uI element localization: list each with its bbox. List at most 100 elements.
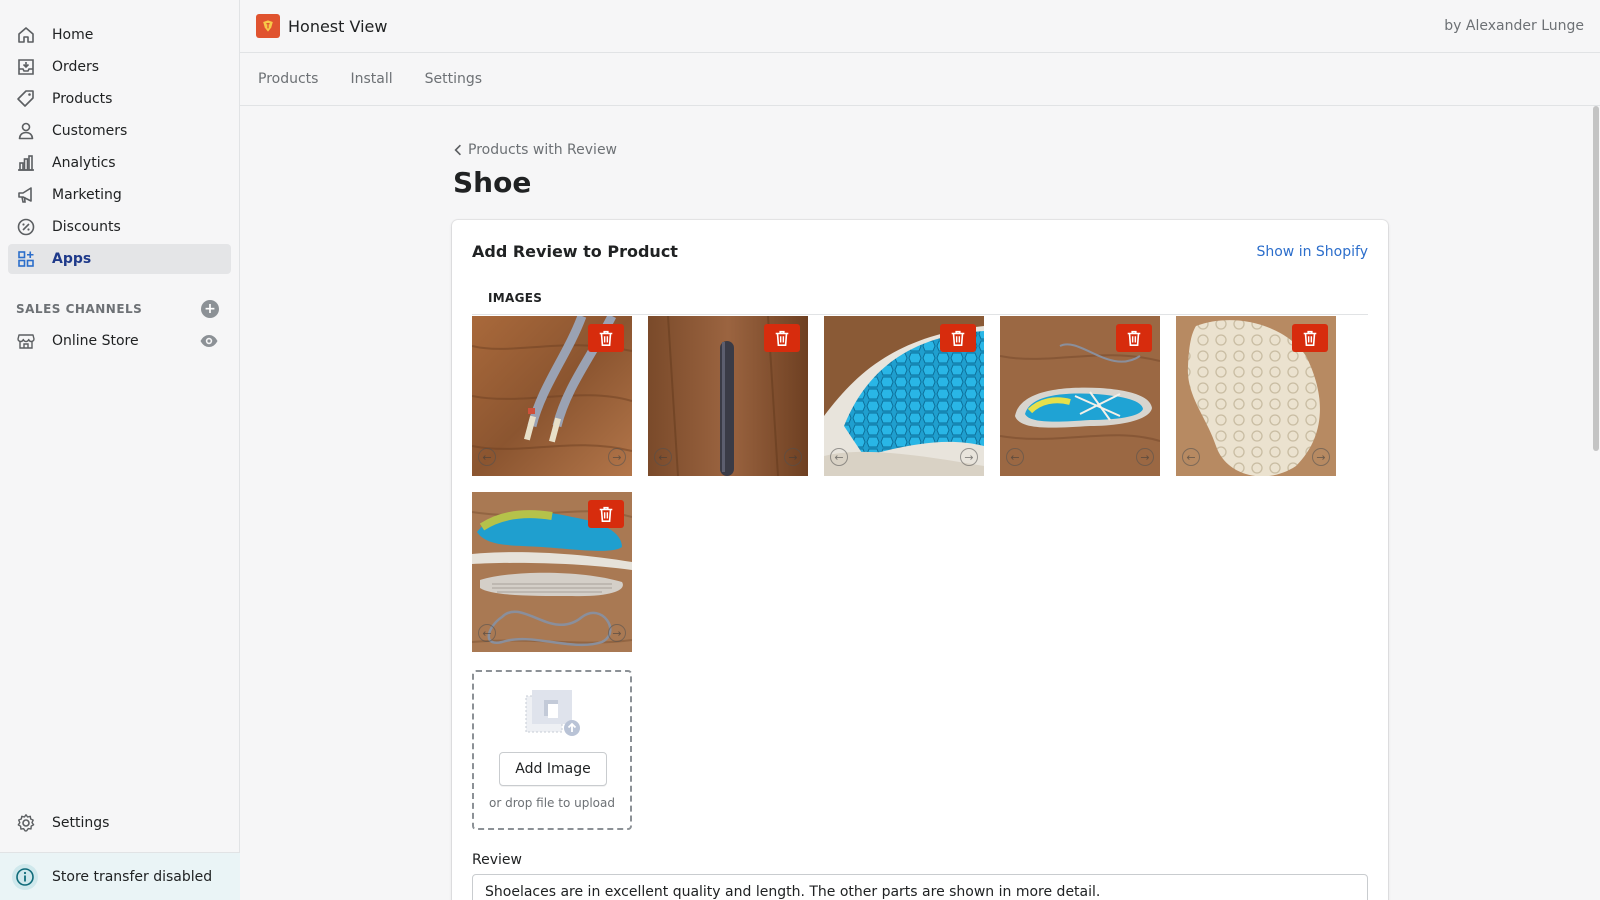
sidebar-item-orders[interactable]: Orders [8, 52, 231, 82]
move-right-button[interactable]: → [608, 624, 626, 642]
arrow-left-icon: ← [1010, 450, 1020, 464]
eye-icon[interactable] [199, 331, 219, 351]
chevron-left-icon [454, 144, 461, 156]
app-tabs: Products Install Settings [240, 53, 1600, 106]
sidebar-item-home[interactable]: Home [8, 20, 231, 50]
orders-icon [18, 59, 34, 75]
sales-channels-label: SALES CHANNELS [16, 302, 143, 316]
store-transfer-banner[interactable]: Store transfer disabled [0, 852, 240, 900]
bar-chart-icon [18, 155, 34, 171]
move-right-button[interactable]: → [608, 448, 626, 466]
image-thumbnail[interactable]: ← → [472, 316, 632, 476]
sidebar-item-settings[interactable]: Settings [8, 808, 232, 838]
sidebar-item-online-store[interactable]: Online Store [8, 326, 231, 356]
sidebar-item-marketing[interactable]: Marketing [8, 180, 231, 210]
arrow-right-icon: → [612, 626, 622, 640]
sidebar-nav: Home Orders Products Customers Analytics… [0, 0, 239, 274]
trash-icon [775, 330, 789, 347]
sidebar-item-label: Settings [52, 815, 110, 831]
move-right-button[interactable]: → [784, 448, 802, 466]
divider [472, 314, 1368, 315]
arrow-left-icon: ← [482, 626, 492, 640]
sidebar-item-products[interactable]: Products [8, 84, 231, 114]
show-in-shopify-link[interactable]: Show in Shopify [1256, 244, 1368, 260]
arrow-right-icon: → [612, 450, 622, 464]
sidebar-item-label: Analytics [52, 155, 116, 171]
megaphone-icon [18, 187, 32, 203]
image-thumbnail[interactable]: ← → [1000, 316, 1160, 476]
add-channel-button[interactable]: + [201, 300, 219, 318]
delete-image-button[interactable] [588, 500, 624, 528]
scrollbar-thumb[interactable] [1593, 106, 1599, 451]
app-title: Honest View [288, 16, 388, 36]
review-card: Add Review to Product Show in Shopify IM… [452, 220, 1388, 900]
image-dropzone[interactable]: Add Image or drop file to upload [472, 670, 632, 830]
sales-channels-header: SALES CHANNELS + [16, 300, 219, 318]
drop-hint: or drop file to upload [489, 796, 615, 810]
sidebar-item-discounts[interactable]: Discounts [8, 212, 231, 242]
arrow-right-icon: → [1140, 450, 1150, 464]
image-thumbnail[interactable]: ← → [1176, 316, 1336, 476]
trash-icon [951, 330, 965, 347]
move-left-button[interactable]: ← [1006, 448, 1024, 466]
image-thumbnail[interactable]: ← → [648, 316, 808, 476]
app-header: Honest View by Alexander Lunge [240, 0, 1600, 53]
tag-icon [17, 90, 34, 107]
app-author: by Alexander Lunge [1444, 18, 1584, 34]
delete-image-button[interactable] [1116, 324, 1152, 352]
sidebar-item-label: Apps [52, 251, 92, 267]
review-label: Review [472, 852, 522, 868]
info-icon [12, 863, 38, 890]
sidebar-item-label: Orders [52, 59, 100, 75]
sidebar-item-label: Products [52, 91, 113, 107]
person-icon [18, 122, 34, 140]
move-right-button[interactable]: → [1136, 448, 1154, 466]
delete-image-button[interactable] [940, 324, 976, 352]
page-title: Shoe [453, 166, 532, 199]
delete-image-button[interactable] [764, 324, 800, 352]
sidebar-item-label: Home [52, 27, 94, 43]
delete-image-button[interactable] [1292, 324, 1328, 352]
home-icon [18, 27, 34, 43]
card-title: Add Review to Product [472, 242, 678, 261]
sidebar-item-analytics[interactable]: Analytics [8, 148, 231, 178]
image-thumbnail[interactable]: ← → [472, 492, 632, 652]
apps-icon [18, 251, 34, 267]
images-heading: IMAGES [488, 291, 543, 305]
trash-icon [1127, 330, 1141, 347]
sidebar-item-apps[interactable]: Apps [8, 244, 231, 274]
arrow-left-icon: ← [1186, 450, 1196, 464]
trash-icon [599, 506, 613, 523]
delete-image-button[interactable] [588, 324, 624, 352]
store-icon [17, 334, 35, 349]
sidebar-item-label: Online Store [52, 333, 139, 349]
tab-settings[interactable]: Settings [425, 71, 482, 87]
plus-icon: + [204, 301, 216, 317]
move-left-button[interactable]: ← [654, 448, 672, 466]
sidebar-item-label: Marketing [52, 187, 122, 203]
move-left-button[interactable]: ← [1182, 448, 1200, 466]
sidebar-item-customers[interactable]: Customers [8, 116, 231, 146]
breadcrumb-label: Products with Review [468, 142, 618, 158]
app-logo-icon [256, 14, 280, 38]
review-textarea[interactable]: Shoelaces are in excellent quality and l… [472, 874, 1368, 900]
arrow-right-icon: → [788, 450, 798, 464]
arrow-right-icon: → [1316, 450, 1326, 464]
breadcrumb[interactable]: Products with Review [454, 142, 617, 158]
sidebar-item-label: Customers [52, 123, 128, 139]
scrollbar[interactable] [1592, 106, 1600, 900]
move-left-button[interactable]: ← [478, 448, 496, 466]
gear-icon [17, 814, 35, 832]
add-image-button[interactable]: Add Image [499, 752, 607, 786]
move-left-button[interactable]: ← [478, 624, 496, 642]
tab-products[interactable]: Products [258, 71, 318, 87]
tab-install[interactable]: Install [350, 71, 392, 87]
trash-icon [599, 330, 613, 347]
arrow-left-icon: ← [482, 450, 492, 464]
upload-image-icon [525, 690, 580, 736]
arrow-right-icon: → [964, 450, 974, 464]
move-right-button[interactable]: → [960, 448, 978, 466]
image-thumbnail[interactable]: ← → [824, 316, 984, 476]
move-left-button[interactable]: ← [830, 448, 848, 466]
move-right-button[interactable]: → [1312, 448, 1330, 466]
